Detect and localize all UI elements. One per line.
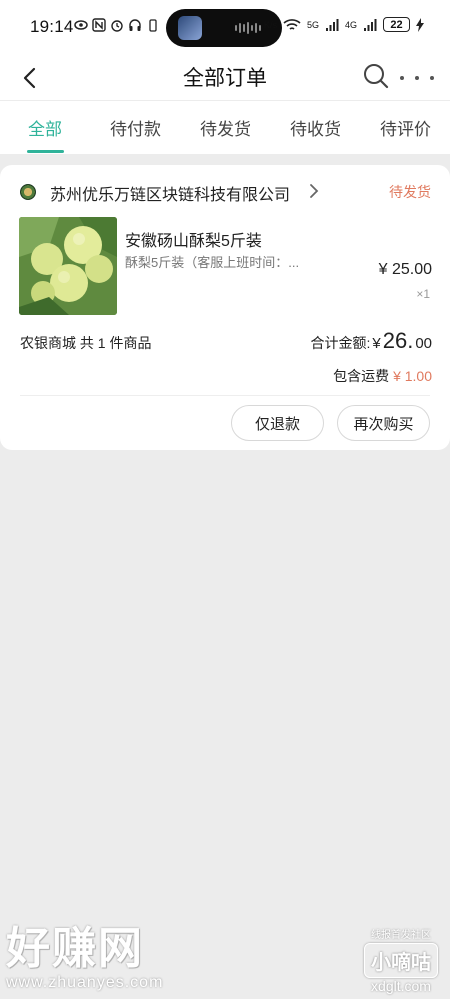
watermark-right: 线报首发社区 小嘀咕 xdglt.com xyxy=(364,926,438,994)
refund-only-button[interactable]: 仅退款 xyxy=(231,405,324,441)
watermark-left: 好赚网 www.zhuanyes.com xyxy=(6,912,163,992)
active-tab-indicator xyxy=(27,150,64,153)
total-amount-decimal: 00 xyxy=(415,335,432,352)
more-dot-icon xyxy=(430,76,434,80)
watermark-right-url: xdglt.com xyxy=(371,978,431,994)
watermark-right-top: 线报首发社区 xyxy=(371,930,431,941)
status-left-icons xyxy=(74,18,160,32)
order-status: 待发货 xyxy=(389,184,431,200)
eye-icon xyxy=(74,20,88,30)
status-bar: 19:14 K/s 5G 4G 22 xyxy=(0,0,450,56)
product-price: ¥ 25.00 xyxy=(378,261,432,278)
shipping-fee: ¥ 1.00 xyxy=(393,368,432,384)
buy-again-button[interactable]: 再次购买 xyxy=(337,405,430,441)
more-dot-icon xyxy=(415,76,419,80)
charging-icon xyxy=(416,17,424,32)
signal-bars-2-icon xyxy=(364,18,377,31)
chevron-right-icon[interactable] xyxy=(308,182,320,200)
tab-pending-payment[interactable]: 待付款 xyxy=(110,115,161,140)
search-icon xyxy=(364,64,389,89)
status-right: K/s 5G 4G 22 xyxy=(264,17,424,32)
watermark-right-badge: 小嘀咕 xyxy=(364,943,438,978)
network-speed: K/s xyxy=(263,19,277,30)
shipping-line: 包含运费 ¥ 1.00 xyxy=(333,366,432,386)
pear-image xyxy=(19,217,117,315)
total-label: 合计金额: xyxy=(310,335,371,351)
tab-all[interactable]: 全部 xyxy=(28,115,62,140)
more-dot-icon xyxy=(400,76,404,80)
audio-wave-icon xyxy=(235,22,261,34)
wifi-icon xyxy=(283,18,301,30)
order-tabs: 全部 待付款 待发货 待收货 待评价 xyxy=(0,100,450,154)
order-card[interactable]: 苏州优乐万链区块链科技有限公司 待发货 安徽砀山酥梨5斤装 酥梨5斤装（客服上班… xyxy=(0,165,450,450)
tab-pending-receipt[interactable]: 待收货 xyxy=(290,115,341,140)
signal-4g-label: 4G xyxy=(344,19,357,30)
signal-bars-icon xyxy=(325,18,339,31)
watermark-left-url: www.zhuanyes.com xyxy=(6,974,164,991)
shop-logo-icon xyxy=(20,184,36,200)
battery-indicator: 22 xyxy=(383,17,410,32)
total-amount-integer: 26. xyxy=(382,328,414,353)
more-button[interactable] xyxy=(400,68,434,88)
nav-bar: 全部订单 xyxy=(0,56,450,100)
search-button[interactable] xyxy=(362,62,390,90)
shop-name[interactable]: 苏州优乐万链区块链科技有限公司 xyxy=(50,181,290,205)
signal-5g-label: 5G xyxy=(306,19,319,30)
product-image[interactable] xyxy=(19,217,117,315)
product-spec: 酥梨5斤装（客服上班时间：... xyxy=(125,255,300,270)
shipping-label: 包含运费 xyxy=(333,368,390,384)
alarm-icon xyxy=(111,20,123,32)
total-currency: ¥ xyxy=(372,335,381,352)
media-thumbnail xyxy=(178,16,202,40)
nfc-icon xyxy=(92,18,106,32)
mall-summary: 农银商城 共 1 件商品 xyxy=(20,335,152,351)
tab-pending-review[interactable]: 待评价 xyxy=(380,115,431,140)
headphones-icon xyxy=(129,19,141,31)
product-quantity: ×1 xyxy=(416,287,430,301)
tab-pending-shipment[interactable]: 待发货 xyxy=(200,115,251,140)
status-time: 19:14 xyxy=(30,17,74,36)
watermark-left-title: 好赚网 xyxy=(6,924,144,973)
order-total: 合计金额: ¥ 26. 00 xyxy=(310,328,432,354)
battery-level: 22 xyxy=(390,18,403,31)
product-title[interactable]: 安徽砀山酥梨5斤装 xyxy=(125,227,262,251)
divider xyxy=(20,395,430,396)
battery-small-icon xyxy=(149,19,157,32)
